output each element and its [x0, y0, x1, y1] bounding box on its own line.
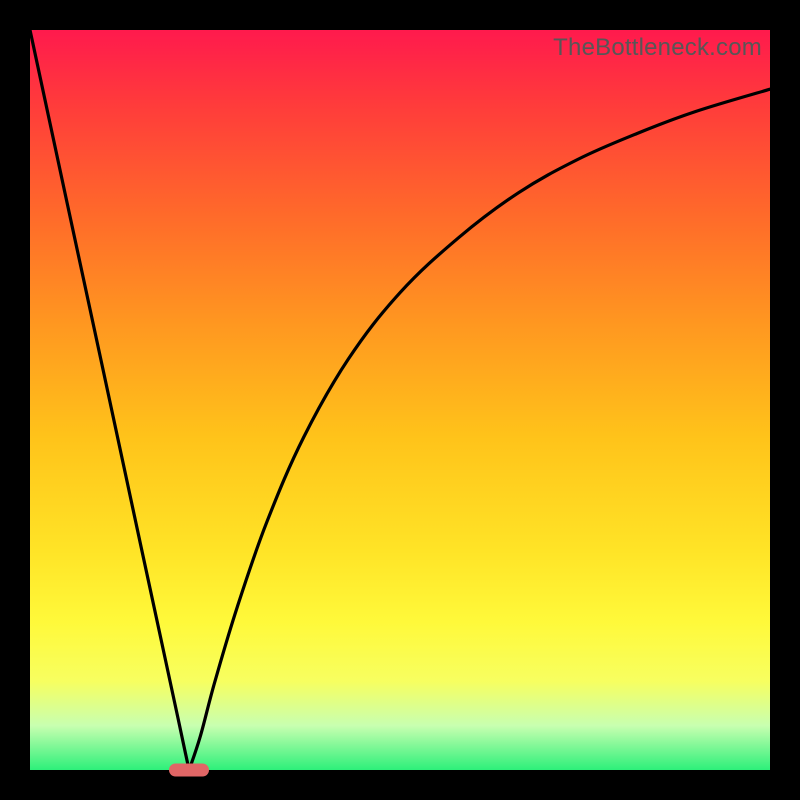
curve-left-branch	[30, 30, 189, 770]
curve-layer	[30, 30, 770, 770]
minimum-marker	[169, 764, 209, 777]
plot-area: TheBottleneck.com	[30, 30, 770, 770]
curve-right-branch	[189, 89, 770, 770]
chart-frame: TheBottleneck.com	[0, 0, 800, 800]
